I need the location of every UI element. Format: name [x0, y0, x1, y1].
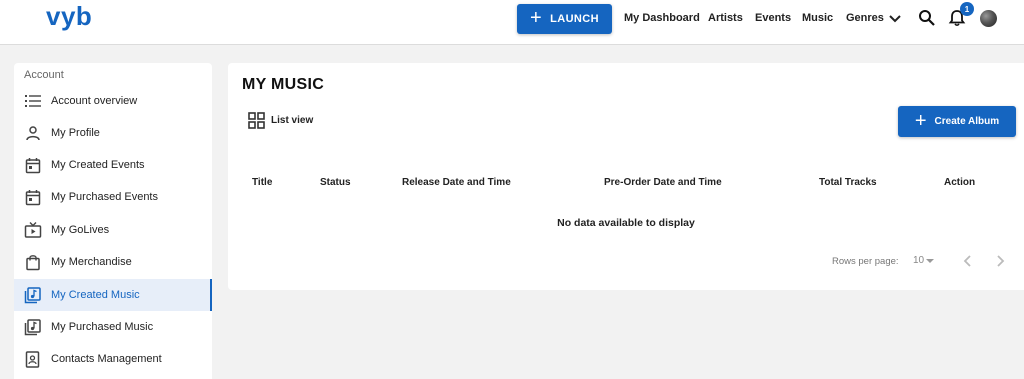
caret-down-icon	[926, 258, 935, 263]
rows-per-page-value: 10	[913, 255, 925, 266]
nav-music[interactable]: Music	[802, 12, 833, 24]
create-album-button[interactable]: + Create Album	[898, 106, 1016, 137]
top-bar: vyb + LAUNCH My Dashboard Artists Events…	[0, 0, 1024, 45]
sidebar-item-my-golives[interactable]: My GoLives	[14, 214, 212, 246]
calendar-icon	[25, 189, 40, 205]
nav-events[interactable]: Events	[755, 12, 791, 24]
sidebar-item-label: My Created Music	[51, 289, 140, 301]
column-header-title[interactable]: Title	[252, 177, 272, 188]
person-icon	[25, 126, 40, 141]
chevron-right-icon[interactable]	[993, 254, 1007, 268]
calendar-icon	[25, 157, 40, 173]
vyb-logo[interactable]: vyb	[46, 1, 92, 32]
rows-per-page-select[interactable]: 10	[913, 255, 935, 266]
sidebar-item-my-created-music[interactable]: My Created Music	[14, 279, 212, 311]
create-album-label: Create Album	[934, 116, 1000, 127]
plus-icon: +	[530, 7, 543, 29]
search-icon[interactable]	[918, 9, 936, 27]
sidebar-item-label: My Merchandise	[51, 256, 132, 268]
sidebar-item-my-merchandise[interactable]: My Merchandise	[14, 246, 212, 278]
sidebar-item-label: My GoLives	[51, 224, 110, 236]
rows-per-page-label: Rows per page:	[832, 256, 899, 267]
nav-artists[interactable]: Artists	[708, 12, 743, 24]
sidebar-item-label: My Created Events	[51, 159, 145, 171]
empty-table-message: No data available to display	[557, 217, 695, 229]
shopping-bag-icon	[25, 254, 40, 270]
page-title: MY MUSIC	[242, 76, 325, 93]
music-panel: MY MUSIC List view + Create Album Title …	[228, 63, 1024, 290]
music-library-icon	[24, 286, 41, 303]
sidebar-item-my-created-events[interactable]: My Created Events	[14, 149, 212, 181]
sidebar-item-account-overview[interactable]: Account overview	[14, 85, 212, 117]
list-view-label: List view	[271, 115, 314, 126]
column-header-release-date[interactable]: Release Date and Time	[402, 177, 511, 188]
sidebar-heading: Account	[24, 69, 64, 81]
music-library-icon	[24, 318, 41, 335]
column-header-action[interactable]: Action	[944, 177, 975, 188]
column-header-total-tracks[interactable]: Total Tracks	[819, 177, 877, 188]
list-icon	[24, 95, 41, 107]
sidebar-item-my-profile[interactable]: My Profile	[14, 117, 212, 149]
nav-my-dashboard[interactable]: My Dashboard	[624, 12, 700, 24]
account-sidebar: Account Account overview My Profile My C…	[14, 63, 212, 379]
column-header-status[interactable]: Status	[320, 177, 351, 188]
contact-card-icon	[25, 350, 40, 368]
launch-button[interactable]: + LAUNCH	[517, 4, 612, 34]
sidebar-item-my-purchased-events[interactable]: My Purchased Events	[14, 181, 212, 213]
launch-label: LAUNCH	[550, 13, 599, 25]
column-header-preorder-date[interactable]: Pre-Order Date and Time	[604, 177, 722, 188]
sidebar-item-my-purchased-music[interactable]: My Purchased Music	[14, 311, 212, 343]
chevron-down-icon[interactable]	[888, 13, 902, 25]
chevron-left-icon[interactable]	[961, 254, 975, 268]
sidebar-item-label: My Purchased Music	[51, 321, 154, 333]
sidebar-item-label: My Purchased Events	[51, 191, 158, 203]
notification-badge: 1	[960, 2, 974, 16]
sidebar-item-label: Contacts Management	[51, 353, 162, 365]
sidebar-item-label: My Profile	[51, 127, 100, 139]
list-view-toggle[interactable]: List view	[248, 112, 313, 129]
sidebar-item-label: Account overview	[51, 95, 138, 107]
sidebar-item-contacts-management[interactable]: Contacts Management	[14, 343, 212, 375]
avatar[interactable]	[980, 10, 997, 27]
tv-icon	[24, 221, 41, 238]
grid-view-icon	[248, 112, 265, 129]
plus-icon: +	[914, 109, 927, 132]
nav-genres[interactable]: Genres	[846, 12, 884, 24]
